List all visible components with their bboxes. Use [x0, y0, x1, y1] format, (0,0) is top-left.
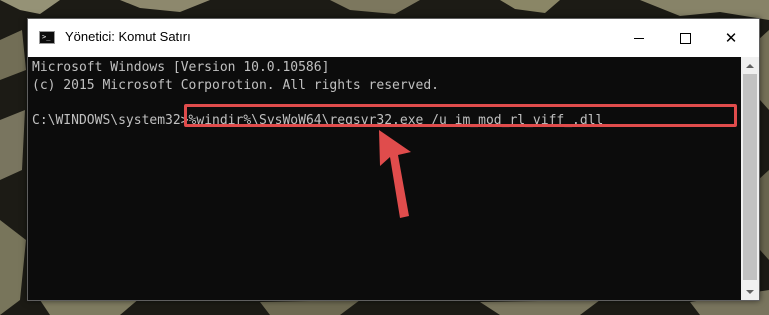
- close-icon: ✕: [724, 29, 738, 47]
- title-bar[interactable]: >_ Yönetici: Komut Satırı ✕: [28, 19, 759, 57]
- chevron-down-icon: [746, 289, 754, 294]
- scroll-up-button[interactable]: [741, 57, 759, 74]
- scrollbar-thumb[interactable]: [743, 74, 757, 280]
- console-line: (c) 2015 Microsoft Corporotion. All righ…: [32, 78, 439, 93]
- maximize-icon: [679, 32, 691, 44]
- scroll-down-button[interactable]: [741, 283, 759, 300]
- chevron-up-icon: [746, 63, 754, 68]
- prompt-path: C:\WINDOWS\system32>: [32, 113, 189, 128]
- minimize-icon: [634, 37, 644, 39]
- pointer-arrow-icon: [379, 130, 411, 218]
- minimize-button[interactable]: [616, 19, 662, 57]
- vertical-scrollbar[interactable]: [741, 57, 759, 300]
- window-title: Yönetici: Komut Satırı: [65, 29, 191, 44]
- command-prompt-icon: >_: [39, 31, 55, 44]
- close-button[interactable]: ✕: [708, 19, 754, 57]
- maximize-button[interactable]: [662, 19, 708, 57]
- command-highlight-box: [184, 104, 737, 127]
- console-line: Microsoft Windows [Version 10.0.10586]: [32, 60, 330, 75]
